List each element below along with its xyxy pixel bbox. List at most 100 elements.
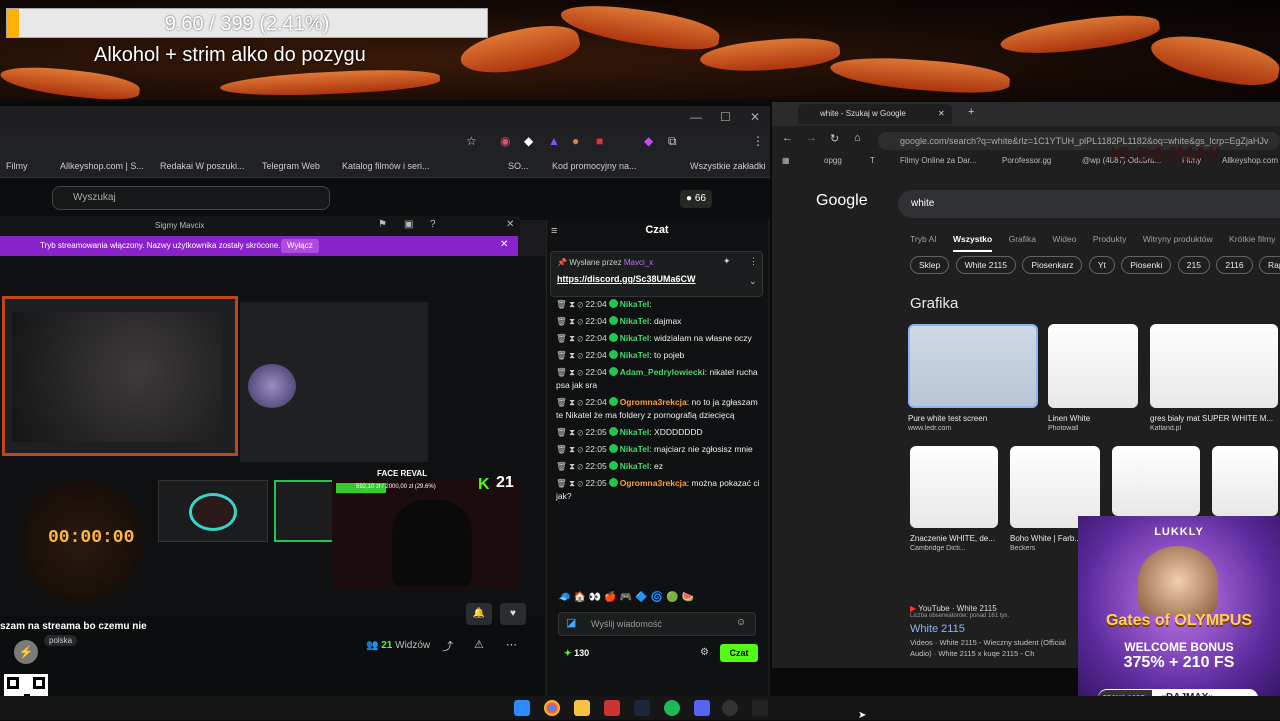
timeout-icon[interactable]: ⧗ (569, 397, 577, 407)
more-options-icon[interactable]: ⋯ (506, 638, 517, 651)
bookmark-item[interactable]: T (870, 156, 875, 165)
message-username[interactable]: Ogromna3rekcja (620, 478, 687, 488)
delete-icon[interactable]: 🗑 (556, 397, 569, 407)
emote-bar[interactable]: 🧢🏠👀🍎🎮🔷🌀🟢🍉 (558, 592, 758, 603)
close-icon[interactable]: ✕ (506, 219, 514, 230)
bookmark-item[interactable]: Filmy (6, 161, 28, 171)
image-result[interactable]: gres biały mat SUPER WHITE M... Kafland.… (1150, 324, 1278, 432)
image-source[interactable]: Photowall (1048, 425, 1138, 432)
close-icon[interactable]: ✕ (500, 239, 508, 250)
image-result[interactable]: Linen White Photowall (1048, 324, 1138, 432)
extension-icon[interactable]: ■ (596, 134, 603, 148)
delete-icon[interactable]: 🗑 (556, 316, 569, 326)
image-caption[interactable]: gres biały mat SUPER WHITE M... (1150, 414, 1278, 423)
delete-icon[interactable]: 🗑 (556, 367, 569, 377)
menu-icon[interactable]: ⋮ (749, 256, 758, 267)
chat-input[interactable]: Wyślij wiadomość (558, 612, 756, 636)
message-username[interactable]: Adam_Pedrylowiecki (620, 367, 705, 377)
back-icon[interactable]: ← (782, 132, 793, 144)
extension-icon[interactable]: ◉ (500, 134, 510, 148)
message-username[interactable]: NikaTel (620, 461, 650, 471)
settings-gear-icon[interactable]: ⚙ (700, 647, 709, 658)
minimize-icon[interactable]: — (690, 110, 702, 124)
chrome-icon[interactable] (544, 700, 560, 716)
apps-grid-icon[interactable]: ▦ (782, 156, 790, 165)
home-icon[interactable]: ⌂ (854, 132, 861, 144)
delete-icon[interactable]: 🗑 (556, 299, 569, 309)
image-thumbnail[interactable] (908, 324, 1038, 408)
image-source[interactable]: Kafland.pl (1150, 425, 1278, 432)
image-thumbnail[interactable] (1150, 324, 1278, 408)
bookmark-item[interactable]: Wszystkie zakładki (690, 161, 766, 171)
extension-icon[interactable]: ● (572, 134, 579, 148)
message-username[interactable]: NikaTel (620, 316, 650, 326)
delete-icon[interactable]: 🗑 (556, 350, 569, 360)
message-username[interactable]: NikaTel (620, 427, 650, 437)
image-caption[interactable]: Linen White (1048, 414, 1138, 423)
reload-icon[interactable]: ↻ (830, 132, 839, 145)
bookmark-item[interactable]: Kod promocyjny na... (552, 161, 637, 171)
delete-icon[interactable]: 🗑 (556, 444, 569, 454)
stream-tag[interactable]: polska (44, 635, 78, 646)
bookmark-item[interactable]: Katalog filmów i seri... (342, 161, 430, 171)
window-icon[interactable]: ▣ (404, 219, 413, 230)
tab-images[interactable]: Grafika (1009, 234, 1036, 244)
image-thumbnail[interactable] (1048, 324, 1138, 408)
image-caption[interactable]: Pure white test screen (908, 414, 1038, 423)
app-icon[interactable] (722, 700, 738, 716)
delete-icon[interactable]: 🗑 (556, 427, 569, 437)
bookmark-item[interactable]: Filmy Online za Dar... (900, 156, 976, 165)
chat-app-icon[interactable]: ◪ (566, 616, 576, 629)
pin-icon[interactable]: ⚑ (378, 219, 387, 230)
file-explorer-icon[interactable] (574, 700, 590, 716)
menu-icon[interactable]: ⋮ (752, 134, 764, 148)
bookmark-item[interactable]: Allkeyshop.com | S... (60, 161, 144, 171)
bookmark-item[interactable]: opgg (824, 156, 842, 165)
chat-send-button[interactable]: Czat (720, 644, 758, 662)
discord-icon[interactable] (694, 700, 710, 716)
message-username[interactable]: NikaTel (620, 444, 650, 454)
windows-start-icon[interactable] (514, 700, 530, 716)
delete-icon[interactable]: 🗑 (556, 461, 569, 471)
tab-products[interactable]: Produkty (1093, 234, 1127, 244)
disable-button[interactable]: Wyłącz (281, 239, 319, 253)
chip[interactable]: White 2115 (955, 256, 1017, 274)
close-icon[interactable]: ✕ (750, 110, 760, 124)
timeout-icon[interactable]: ⧗ (569, 299, 577, 309)
image-source[interactable]: www.ledr.com (908, 425, 1038, 432)
star-icon[interactable]: ☆ (466, 134, 477, 148)
chip[interactable]: Rapper (1258, 256, 1280, 274)
app-icon[interactable] (604, 700, 620, 716)
tab-product-sites[interactable]: Witryny produktów (1143, 234, 1213, 244)
tab-videos[interactable]: Wideo (1052, 234, 1076, 244)
google-logo[interactable]: Google (816, 192, 868, 210)
message-username[interactable]: NikaTel (620, 299, 650, 309)
search-result[interactable]: ▶ YouTube · White 2115 Liczba obserwator… (910, 604, 1085, 659)
extension-icon[interactable]: ▲ (548, 134, 560, 148)
message-username[interactable]: Ogromna3rekcja (620, 397, 687, 407)
timeout-icon[interactable]: ⧗ (569, 333, 577, 343)
bookmark-item[interactable]: Telegram Web (262, 161, 320, 171)
extension-icon[interactable]: ◆ (524, 134, 533, 148)
timeout-icon[interactable]: ⧗ (569, 427, 577, 437)
bookmark-item[interactable]: Porofessor.gg (1002, 156, 1051, 165)
notification-bell-button[interactable]: 🔔 (466, 603, 492, 625)
tab-all[interactable]: Wszystko (952, 234, 993, 252)
follow-heart-button[interactable]: ♥ (500, 603, 526, 625)
image-thumbnail[interactable] (1112, 446, 1200, 516)
report-icon[interactable]: ⚠ (474, 638, 484, 651)
help-icon[interactable]: ? (430, 219, 436, 230)
message-username[interactable]: NikaTel (620, 350, 650, 360)
extension-icon[interactable]: ◆ (644, 134, 653, 148)
steam-icon[interactable] (634, 700, 650, 716)
maximize-icon[interactable]: ☐ (720, 110, 731, 124)
chip[interactable]: 2116 (1216, 256, 1253, 274)
channel-points[interactable]: ✦ 130 (564, 648, 589, 659)
timeout-icon[interactable]: ⧗ (569, 367, 577, 377)
timeout-icon[interactable]: ⧗ (569, 350, 577, 360)
image-thumbnail[interactable] (910, 446, 998, 528)
chip[interactable]: 215 (1177, 256, 1210, 274)
chip[interactable]: Yt (1088, 256, 1115, 274)
timeout-icon[interactable]: ⧗ (569, 316, 577, 326)
tab-ai-mode[interactable]: Tryb AI (910, 234, 937, 244)
